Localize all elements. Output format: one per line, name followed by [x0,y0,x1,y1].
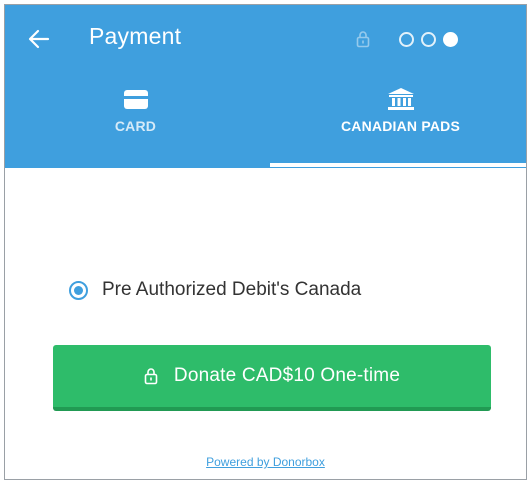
lock-icon [356,31,370,48]
tab-canadian-pads[interactable]: CANADIAN PADS [270,80,526,168]
footer: Powered by Donorbox [5,453,526,471]
powered-by-link[interactable]: Powered by Donorbox [206,455,325,469]
arrow-left-icon [28,29,50,49]
payment-widget: Payment CARD CANADIAN PADS Pre Authorize… [4,4,527,480]
donate-button-label: Donate CAD$10 One-time [173,365,401,386]
step-indicator [399,32,458,47]
step-dot-2 [421,32,436,47]
step-dot-3 [443,32,458,47]
bank-icon [387,88,414,110]
top-bar: Payment [5,5,526,73]
tab-card-label: CARD [114,118,157,134]
credit-card-icon [123,89,148,109]
step-dot-1 [399,32,414,47]
lock-icon [144,368,158,385]
header: Payment CARD CANADIAN PADS [5,5,526,168]
radio-selected-dot [74,285,83,295]
payment-method-tabs: CARD CANADIAN PADS [5,80,526,168]
back-button[interactable] [25,25,53,53]
pad-option-label: Pre Authorized Debit's Canada [102,279,362,300]
tab-card[interactable]: CARD [5,80,266,168]
donate-button[interactable]: Donate CAD$10 One-time [53,345,491,411]
tab-canadian-pads-label: CANADIAN PADS [340,118,460,134]
active-tab-indicator [270,163,526,167]
pad-radio[interactable] [69,280,88,300]
pad-option[interactable]: Pre Authorized Debit's Canada [69,279,361,301]
page-title: Payment [89,23,182,49]
